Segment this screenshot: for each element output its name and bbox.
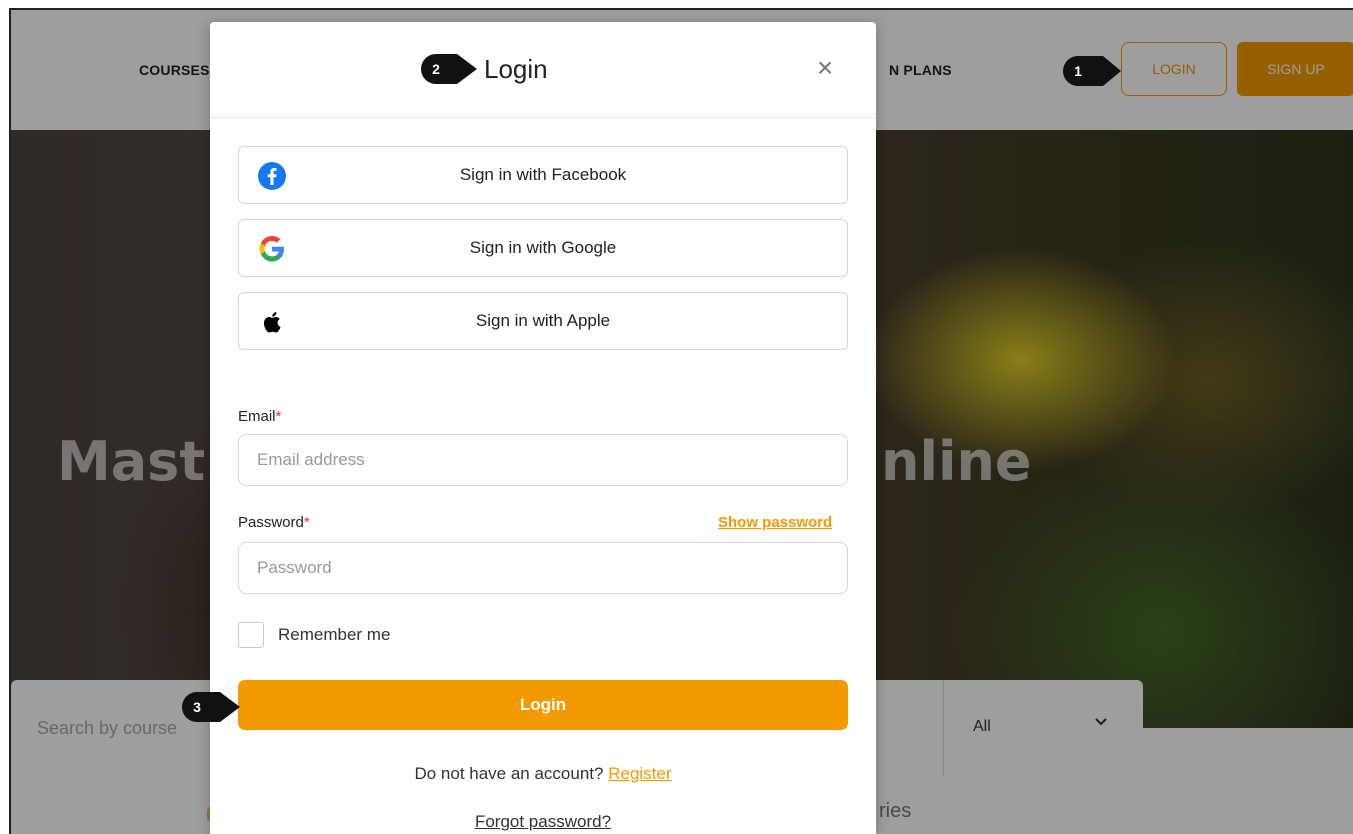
google-icon (259, 236, 284, 262)
annotation-callout-3: 3 (182, 692, 240, 722)
modal-header: Login × (210, 22, 876, 118)
annotation-number: 3 (193, 699, 201, 715)
forgot-password-link[interactable]: Forgot password? (475, 812, 611, 831)
register-prompt: Do not have an account? Register (210, 764, 876, 784)
annotation-callout-1: 1 (1063, 56, 1121, 86)
required-asterisk: * (275, 408, 282, 425)
login-submit-button[interactable]: Login (238, 680, 848, 730)
google-signin-button[interactable]: Sign in with Google (238, 219, 848, 277)
register-link[interactable]: Register (608, 764, 671, 783)
email-label: Email* (238, 408, 281, 425)
forgot-password-row: Forgot password? (210, 812, 876, 832)
remember-me-checkbox[interactable] (238, 622, 264, 648)
apple-icon (263, 312, 281, 333)
required-asterisk: * (303, 514, 310, 531)
remember-me-label: Remember me (278, 625, 391, 644)
annotation-callout-2: 2 (421, 54, 477, 84)
facebook-signin-button[interactable]: Sign in with Facebook (238, 146, 848, 204)
password-label: Password* (238, 514, 310, 531)
register-prompt-text: Do not have an account? (414, 764, 604, 783)
email-label-text: Email (238, 408, 276, 425)
apple-signin-button[interactable]: Sign in with Apple (238, 292, 848, 350)
facebook-icon (258, 162, 286, 190)
email-field[interactable] (238, 434, 848, 486)
annotation-number: 2 (432, 61, 440, 77)
apple-signin-label: Sign in with Apple (475, 311, 611, 330)
close-icon[interactable]: × (810, 54, 840, 84)
password-label-text: Password (238, 514, 304, 531)
facebook-signin-label: Sign in with Facebook (459, 165, 627, 184)
annotation-number: 1 (1074, 63, 1082, 79)
password-field[interactable] (238, 542, 848, 594)
modal-title: Login (484, 54, 548, 84)
login-modal: Login × Sign in with Facebook Sign in wi… (210, 22, 876, 834)
show-password-link[interactable]: Show password (718, 514, 832, 531)
google-signin-label: Sign in with Google (469, 238, 617, 257)
